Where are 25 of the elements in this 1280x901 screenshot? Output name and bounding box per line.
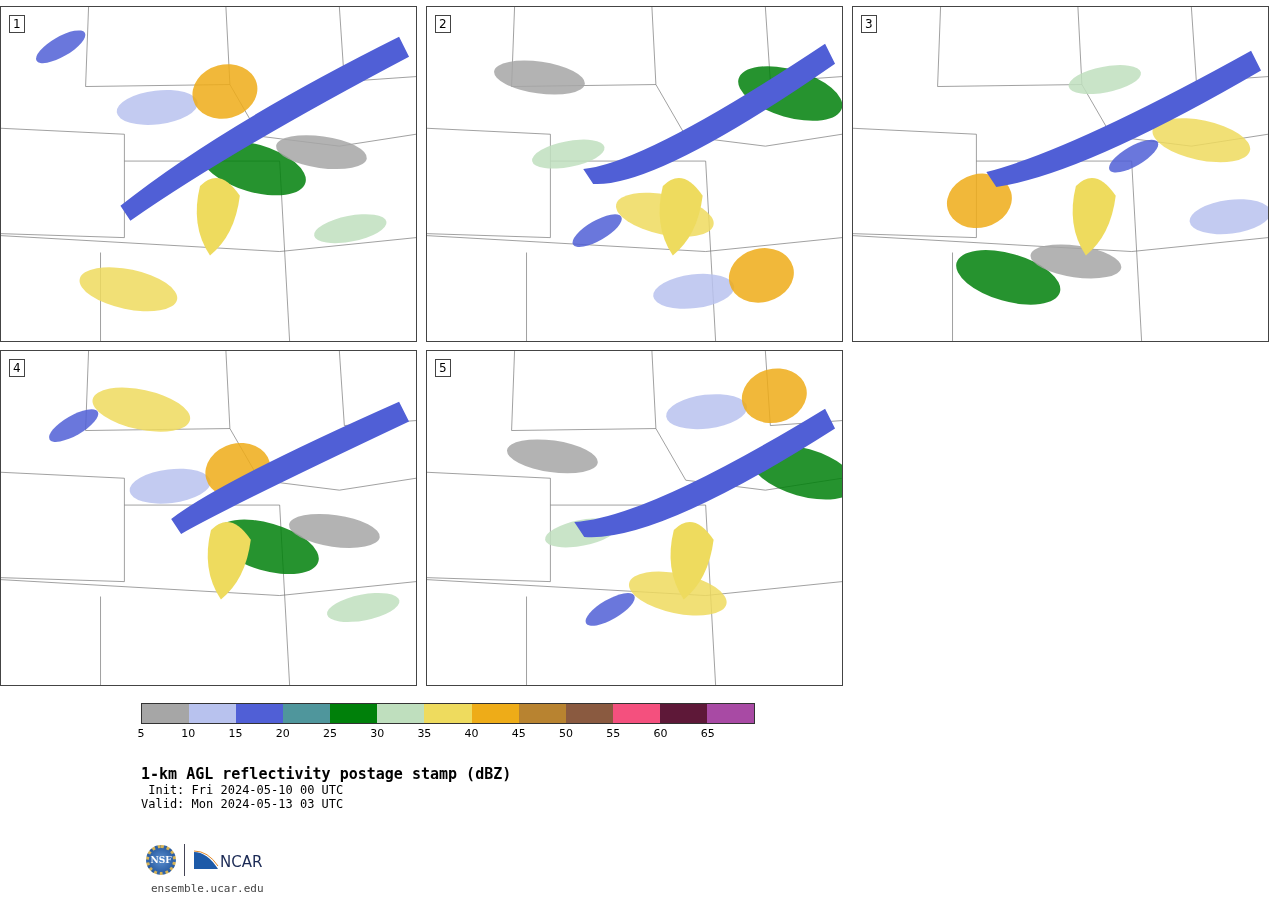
nsf-logo: NSF (146, 845, 176, 875)
init-time: Init: Fri 2024-05-10 00 UTC (147, 783, 345, 797)
tick-label: 30 (370, 727, 385, 740)
tick-label: 65 (700, 727, 715, 740)
tick-label: 60 (653, 727, 668, 740)
panel-number: 2 (435, 15, 451, 33)
tick-label: 55 (606, 727, 621, 740)
swoosh-icon (193, 850, 219, 870)
tick-label: 20 (275, 727, 290, 740)
panel-number: 3 (861, 15, 877, 33)
tick-label: 15 (228, 727, 243, 740)
chart-title: 1-km AGL reflectivity postage stamp (dBZ) (141, 765, 513, 783)
tick-label: 40 (464, 727, 479, 740)
panel-number: 5 (435, 359, 451, 377)
tick-label: 50 (559, 727, 574, 740)
tick-label: 25 (322, 727, 337, 740)
panel-number: 4 (9, 359, 25, 377)
tick-label: 10 (181, 727, 196, 740)
tick-label: 45 (511, 727, 526, 740)
tick-label: 35 (417, 727, 432, 740)
ncar-logo: NCAR (220, 855, 263, 870)
tick-label: 5 (137, 727, 145, 740)
panel-number: 1 (9, 15, 25, 33)
valid-time: Valid: Mon 2024-05-13 03 UTC (141, 797, 345, 811)
site-url: ensemble.ucar.edu (151, 882, 265, 895)
